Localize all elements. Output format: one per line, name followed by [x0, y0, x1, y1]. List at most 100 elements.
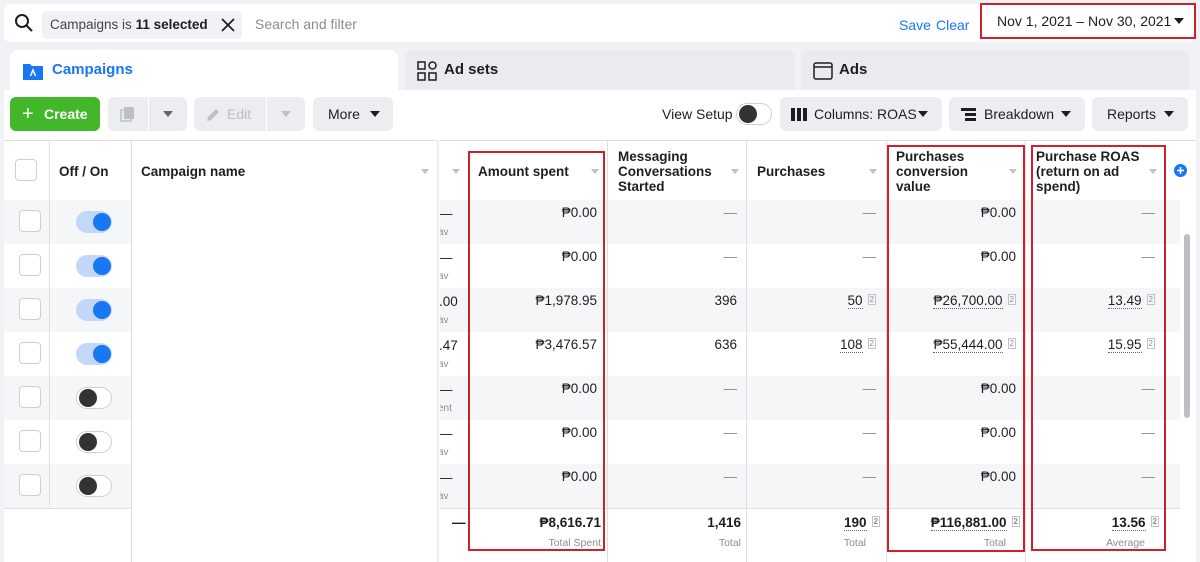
column-divider: [1025, 140, 1026, 562]
filter-chip[interactable]: Campaigns is 11 selected: [42, 11, 242, 39]
attribution-note[interactable]: 2: [1007, 294, 1016, 305]
messaging-cell: —: [723, 205, 738, 220]
attribution-note[interactable]: 2: [1146, 338, 1155, 349]
column-header-off-on[interactable]: Off / On: [59, 142, 109, 200]
search-icon[interactable]: [14, 13, 34, 33]
attribution-note[interactable]: 2: [1146, 294, 1155, 305]
column-header-messaging[interactable]: Messaging Conversations Started: [618, 142, 728, 200]
total-conversion-value-value[interactable]: ₱116,881.00: [930, 515, 1007, 531]
sort-caret-icon[interactable]: [1149, 169, 1157, 174]
row-checkbox[interactable]: [19, 210, 41, 232]
row-checkbox[interactable]: [19, 474, 41, 496]
purchases-value[interactable]: 50: [847, 293, 863, 309]
purchases-value: —: [862, 249, 877, 264]
duplicate-dropdown[interactable]: [149, 97, 187, 131]
grid-icon: [417, 61, 437, 81]
total-purchases-label: Total: [843, 537, 866, 549]
clear-filter-button[interactable]: Clear: [936, 17, 969, 33]
save-filter-button[interactable]: Save: [899, 17, 931, 33]
messaging-cell: —: [723, 249, 738, 264]
total-roas-value[interactable]: 13.56: [1111, 515, 1146, 531]
campaign-toggle[interactable]: [76, 431, 112, 453]
column-header-conversion-value[interactable]: Purchases conversion value: [896, 142, 1004, 200]
columns-button-label: Columns: ROAS: [814, 106, 917, 122]
purchases-value: —: [862, 469, 877, 484]
sort-caret-icon[interactable]: [869, 169, 877, 174]
edit-button[interactable]: Edit: [194, 97, 266, 131]
reports-button[interactable]: Reports: [1092, 97, 1188, 131]
total-messaging-label: Total: [718, 537, 741, 549]
sort-caret-icon[interactable]: [731, 169, 739, 174]
tab-ad-sets-label: Ad sets: [444, 61, 499, 78]
total-conversion-value-label: Total: [983, 537, 1006, 549]
select-all-checkbox[interactable]: [15, 159, 37, 181]
purchases-cell: 50 2: [847, 293, 876, 309]
campaign-toggle[interactable]: [76, 255, 112, 277]
toggle-knob: [739, 105, 757, 123]
edit-dropdown[interactable]: [267, 97, 305, 131]
column-header-campaign-name[interactable]: Campaign name: [141, 142, 245, 200]
column-divider: [49, 140, 50, 507]
attribution-note[interactable]: 2: [1007, 338, 1016, 349]
row-checkbox[interactable]: [19, 298, 41, 320]
duplicate-button[interactable]: [108, 97, 148, 131]
vertical-scrollbar[interactable]: [1184, 234, 1190, 418]
attribution-note[interactable]: 2: [1150, 516, 1159, 527]
row-checkbox[interactable]: [19, 342, 41, 364]
roas-value[interactable]: 15.95: [1107, 337, 1142, 353]
ad-window-icon: [813, 62, 833, 80]
messaging-cell: —: [723, 381, 738, 396]
attribution-note[interactable]: 2: [1011, 516, 1020, 527]
roas-cell: —: [1142, 205, 1156, 220]
sort-caret-icon[interactable]: [452, 169, 460, 174]
purchases-cell: —: [863, 381, 877, 396]
view-setup-toggle[interactable]: [736, 103, 772, 125]
attribution-note[interactable]: 2: [867, 338, 876, 349]
row-checkbox[interactable]: [19, 386, 41, 408]
toggle-knob: [79, 389, 97, 407]
more-button[interactable]: More: [313, 97, 393, 131]
total-roas: 13.56 2: [1111, 515, 1159, 531]
campaign-toggle[interactable]: [76, 343, 112, 365]
add-column-icon[interactable]: [1174, 164, 1187, 177]
messaging-cell: —: [723, 469, 738, 484]
toggle-knob: [93, 213, 111, 231]
create-button[interactable]: + Create: [10, 97, 100, 131]
columns-button[interactable]: Columns: ROAS: [780, 97, 942, 131]
conversion-value: ₱0.00: [980, 381, 1016, 396]
column-header-amount-spent[interactable]: Amount spent: [478, 142, 569, 200]
total-purchases-value[interactable]: 190: [844, 515, 867, 531]
attribution-note[interactable]: 2: [871, 516, 880, 527]
more-button-label: More: [328, 106, 360, 122]
sort-caret-icon[interactable]: [1009, 169, 1017, 174]
purchases-cell: —: [863, 249, 877, 264]
sort-caret-icon[interactable]: [421, 169, 429, 174]
campaign-toggle[interactable]: [76, 211, 112, 233]
messaging-cell: 396: [714, 293, 737, 308]
folder-icon: [23, 64, 43, 80]
close-icon[interactable]: [220, 17, 236, 33]
search-input[interactable]: [255, 12, 555, 36]
breakdown-button[interactable]: Breakdown: [949, 97, 1085, 131]
purchases-value[interactable]: 108: [840, 337, 863, 353]
campaign-toggle[interactable]: [76, 299, 112, 321]
conversion-value[interactable]: ₱55,444.00: [933, 337, 1003, 353]
conversion-value-cell: ₱0.00: [981, 205, 1016, 220]
campaign-toggle[interactable]: [76, 475, 112, 497]
row-checkbox[interactable]: [19, 430, 41, 452]
campaign-toggle[interactable]: [76, 387, 112, 409]
column-header-campaign-name-label: Campaign name: [141, 163, 246, 179]
column-header-roas[interactable]: Purchase ROAS (return on ad spend): [1036, 142, 1146, 200]
roas-value[interactable]: 13.49: [1107, 293, 1142, 309]
attribution-note[interactable]: 2: [867, 294, 876, 305]
column-header-purchases[interactable]: Purchases: [757, 142, 825, 200]
purchases-value: —: [862, 425, 877, 440]
conversion-value[interactable]: ₱26,700.00: [933, 293, 1003, 309]
row-checkbox[interactable]: [19, 254, 41, 276]
sort-caret-icon[interactable]: [591, 169, 599, 174]
column-header-conversion-value-label: Purchases conversion value: [896, 148, 969, 194]
date-range-picker[interactable]: Nov 1, 2021 – Nov 30, 2021: [980, 3, 1196, 39]
truncated-cell-value: —: [439, 250, 453, 265]
column-header-roas-label: Purchase ROAS (return on ad spend): [1036, 148, 1140, 194]
amount-spent-cell: ₱0.00: [561, 205, 597, 220]
